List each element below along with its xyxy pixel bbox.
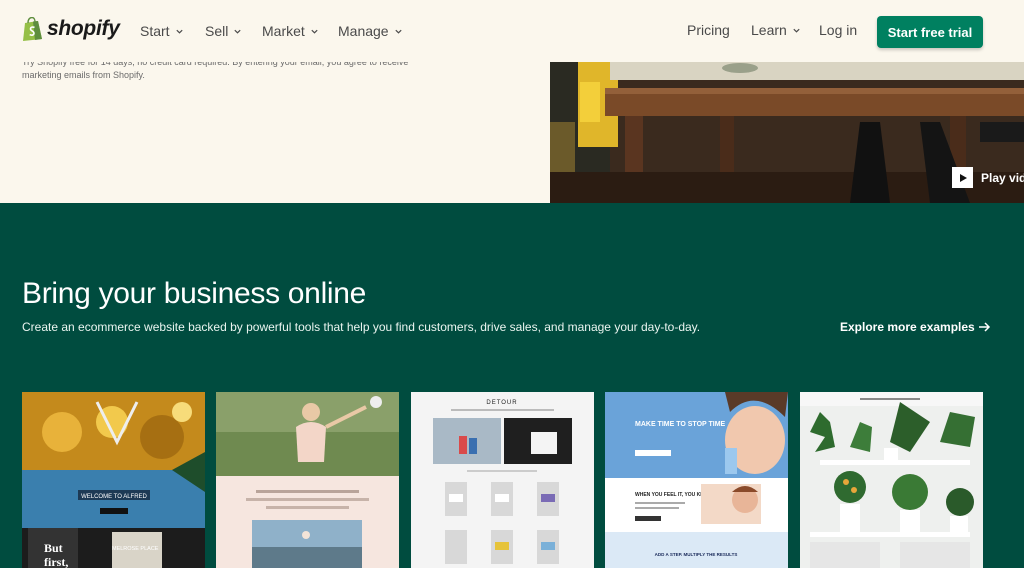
store-preview-alfred: WELCOME TO ALFRED But first, MELROSE PLA… <box>22 392 205 568</box>
store-preview-wellness <box>216 392 399 568</box>
examples-section: Bring your business online Create an eco… <box>0 203 1024 568</box>
nav-market[interactable]: Market <box>262 23 319 39</box>
play-video-label: Play vid <box>981 170 1024 185</box>
nav-sell[interactable]: Sell <box>205 23 242 39</box>
store-preview-plants <box>800 392 983 568</box>
example-store-card-3[interactable]: DETOUR <box>411 392 594 568</box>
explore-examples-link[interactable]: Explore more examples <box>840 320 991 334</box>
card4-headline: MAKE TIME TO STOP TIME <box>635 421 726 428</box>
example-store-card-5[interactable] <box>800 392 983 568</box>
card3-logo-text: DETOUR <box>486 400 517 406</box>
play-video-button[interactable]: Play vid <box>952 167 1024 188</box>
arrow-right-icon <box>978 322 990 332</box>
example-store-card-1[interactable]: WELCOME TO ALFRED But first, MELROSE PLA… <box>22 392 205 568</box>
card1-big-text: first, <box>44 555 68 568</box>
nav-sell-label: Sell <box>205 23 229 39</box>
top-navigation: shopify Start Sell Market Manage Pricing… <box>0 0 1024 62</box>
example-store-card-2[interactable] <box>216 392 399 568</box>
explore-examples-label: Explore more examples <box>840 320 975 334</box>
card1-sign-text: MELROSE PLACE <box>112 546 159 552</box>
chevron-down-icon <box>234 29 241 34</box>
store-preview-detour: DETOUR <box>411 392 594 568</box>
logo-wordmark: shopify <box>47 17 120 40</box>
chevron-down-icon <box>394 29 402 34</box>
example-store-card-4[interactable]: MAKE TIME TO STOP TIME WHEN YOU FEEL IT,… <box>605 392 788 568</box>
nav-pricing[interactable]: Pricing <box>687 22 730 38</box>
nav-manage-label: Manage <box>338 23 389 39</box>
store-preview-skincare: MAKE TIME TO STOP TIME WHEN YOU FEEL IT,… <box>605 392 788 568</box>
nav-learn-label: Learn <box>751 22 787 38</box>
card1-banner-text: WELCOME TO ALFRED <box>81 494 147 500</box>
nav-start[interactable]: Start <box>140 23 184 39</box>
nav-market-label: Market <box>262 23 305 39</box>
nav-manage[interactable]: Manage <box>338 23 403 39</box>
shopify-logo[interactable]: shopify <box>22 17 120 41</box>
nav-learn[interactable]: Learn <box>751 22 801 38</box>
play-icon <box>952 167 973 188</box>
nav-start-label: Start <box>140 23 170 39</box>
chevron-down-icon <box>175 29 183 34</box>
chevron-down-icon <box>311 29 318 34</box>
shopify-bag-icon <box>23 17 42 41</box>
section-title: Bring your business online <box>22 277 367 310</box>
svg-text:But: But <box>44 541 63 555</box>
start-free-trial-button[interactable]: Start free trial <box>877 16 983 48</box>
section-description: Create an ecommerce website backed by po… <box>22 320 701 334</box>
chevron-down-icon <box>793 28 800 33</box>
nav-login[interactable]: Log in <box>819 22 857 38</box>
card4-footer: ADD A STEP. MULTIPLY THE RESULTS <box>655 552 738 557</box>
